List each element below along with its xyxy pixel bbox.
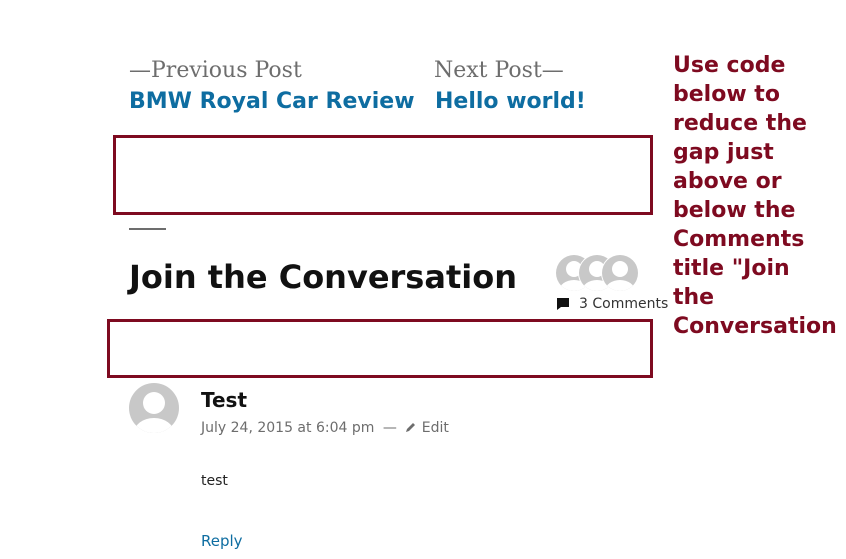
annotation-line: below to [673, 82, 780, 107]
edit-pencil-icon [405, 420, 417, 432]
comments-count: 3 Comments [579, 296, 669, 312]
annotation-line: below the [673, 198, 796, 223]
annotation-note: Use code below to reduce the gap just ab… [673, 51, 845, 341]
annotation-line: above or [673, 169, 782, 194]
avatar-icon [129, 383, 179, 433]
previous-post-meta: —Previous Post [129, 58, 302, 83]
avatar-icon [601, 254, 639, 292]
annotation-line: Use code [673, 53, 786, 78]
comments-title: Join the Conversation [129, 258, 517, 296]
comment-date-link[interactable]: July 24, 2015 at 6:04 pm [201, 420, 374, 436]
previous-post-link[interactable]: BMW Royal Car Review [129, 88, 415, 116]
meta-separator: — [382, 420, 397, 436]
reply-link[interactable]: Reply [201, 531, 243, 551]
comment-meta: July 24, 2015 at 6:04 pm — Edit [201, 419, 449, 437]
annotation-line: title "Join [673, 256, 790, 281]
annotation-line: gap just [673, 140, 774, 165]
comment-author-name[interactable]: Test [201, 387, 247, 413]
comments-divider [129, 228, 166, 230]
annotation-line: reduce the [673, 111, 807, 136]
highlight-box-above-title [113, 135, 653, 215]
next-post-link[interactable]: Hello world! [435, 88, 586, 116]
comment-bubble-icon [556, 296, 570, 310]
annotation-line: Comments [673, 227, 805, 252]
annotation-line: the [673, 285, 715, 310]
comment-edit-link[interactable]: Edit [422, 420, 449, 436]
comment-text: test [201, 473, 228, 489]
highlight-box-below-title [107, 319, 653, 378]
commenter-avatars [555, 254, 641, 292]
annotation-line: Conversation [673, 314, 837, 339]
comment-author-avatar [129, 383, 179, 433]
next-post-meta: Next Post— [434, 58, 564, 83]
